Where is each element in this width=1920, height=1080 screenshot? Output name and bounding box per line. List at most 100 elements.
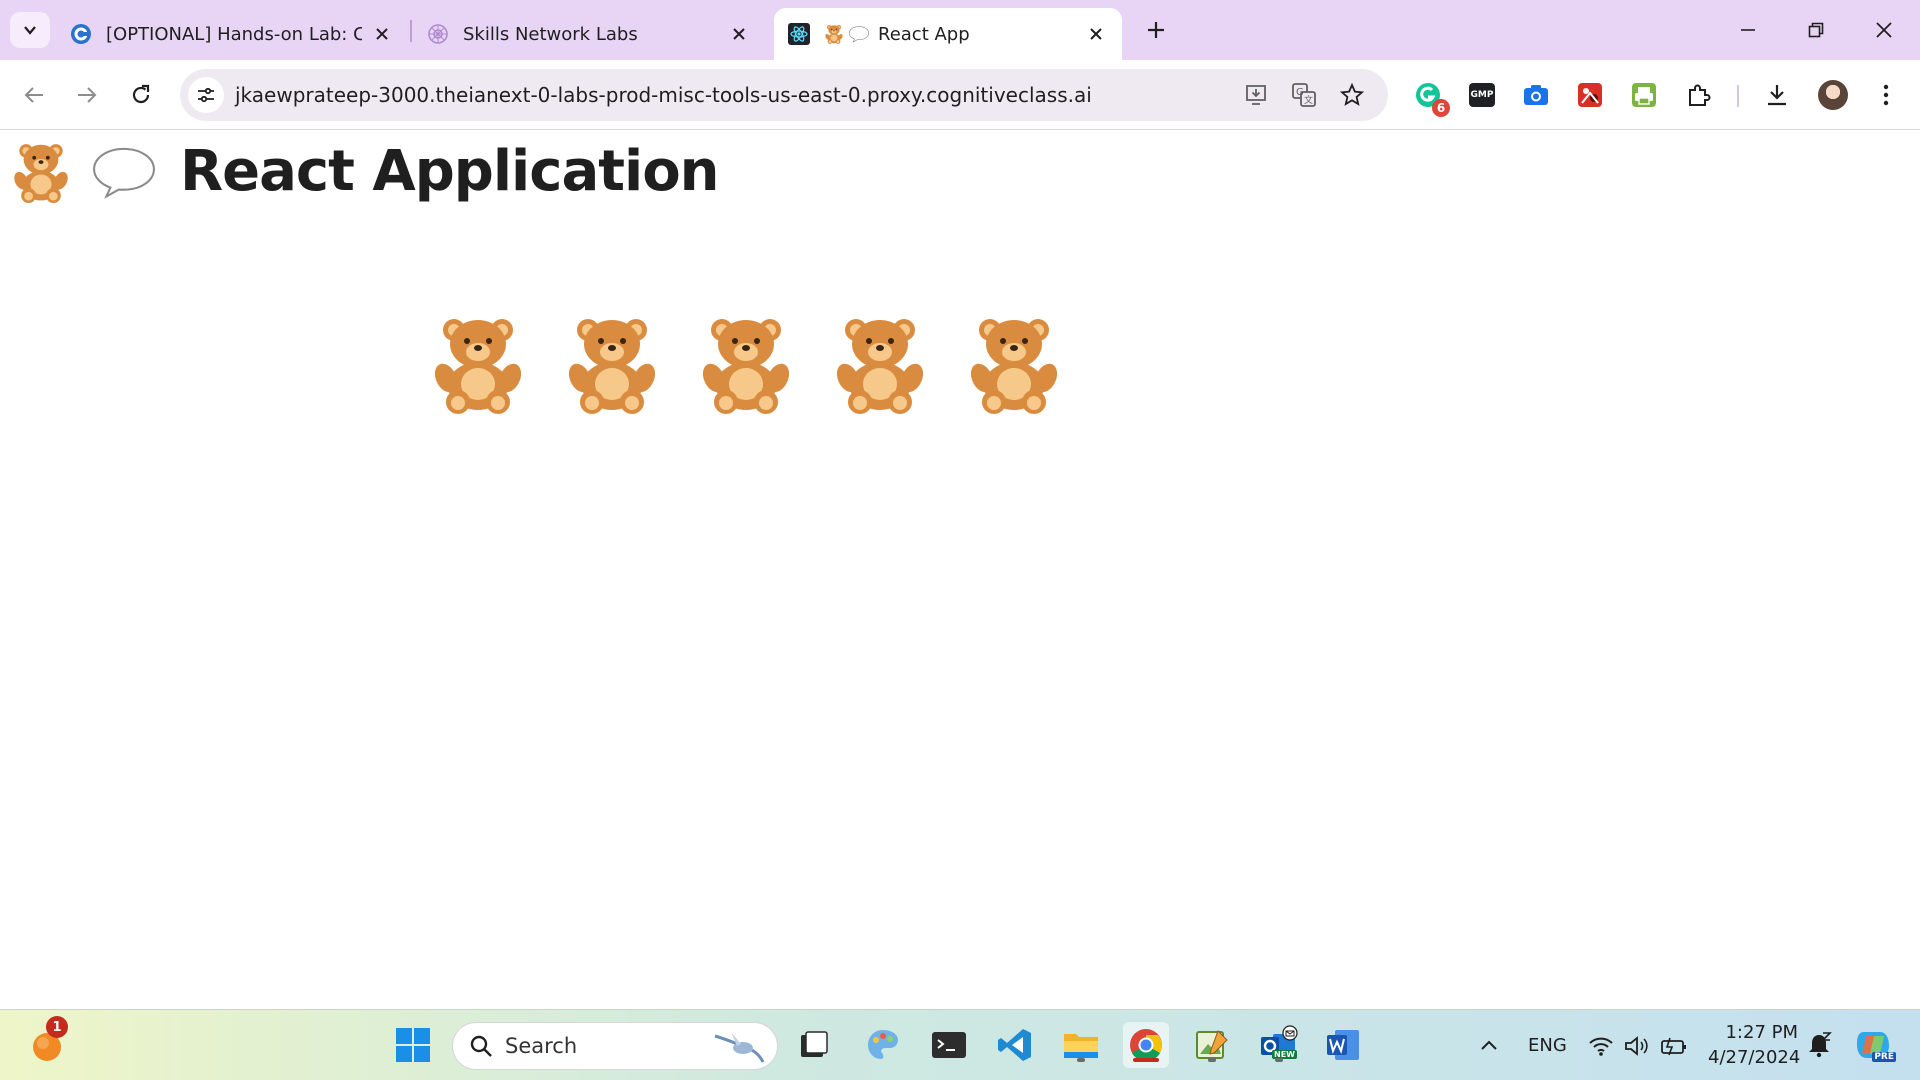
task-view-icon bbox=[801, 1031, 828, 1057]
tab-hands-on-lab[interactable]: [OPTIONAL] Hands-on Lab: Cre bbox=[56, 8, 408, 60]
tab-search-button[interactable] bbox=[10, 12, 50, 48]
extension-grammarly[interactable]: 6 bbox=[1410, 77, 1450, 117]
translate-button[interactable]: G文 bbox=[1290, 81, 1318, 109]
tab-react-app[interactable]: React App bbox=[774, 8, 1122, 60]
close-tab-icon[interactable] bbox=[370, 22, 394, 46]
address-bar[interactable]: jkaewprateep-3000.theianext-0-labs-prod-… bbox=[180, 69, 1388, 121]
running-indicator bbox=[1077, 1058, 1085, 1062]
wifi-icon bbox=[1589, 1037, 1613, 1056]
star-icon bbox=[1340, 83, 1364, 106]
clock-date: 4/27/2024 bbox=[1708, 1047, 1801, 1068]
taskbar-task-view[interactable] bbox=[791, 1022, 837, 1068]
page-title: React Application bbox=[180, 139, 720, 204]
arrow-right-icon bbox=[78, 87, 97, 103]
taskbar-paint[interactable] bbox=[860, 1022, 906, 1068]
vscode-icon bbox=[998, 1029, 1031, 1061]
language-label: ENG bbox=[1528, 1035, 1567, 1056]
battery-icon bbox=[1661, 1037, 1686, 1055]
windows-icon bbox=[396, 1028, 430, 1062]
search-icon bbox=[470, 1035, 492, 1057]
windows-taskbar: 1 Search NEW ENG 1:27 PM 4/27/2024 PRE bbox=[0, 1009, 1920, 1080]
toolbar-separator bbox=[1737, 85, 1739, 107]
extension-print[interactable] bbox=[1626, 77, 1662, 113]
restore-button[interactable] bbox=[1794, 8, 1838, 52]
install-app-button[interactable] bbox=[1242, 81, 1270, 109]
copilot-button[interactable]: PRE bbox=[1850, 1022, 1896, 1068]
start-button[interactable] bbox=[390, 1022, 436, 1068]
translate-icon: G文 bbox=[1292, 83, 1316, 107]
tab-title: [OPTIONAL] Hands-on Lab: Cre bbox=[106, 23, 362, 45]
chevron-up-icon bbox=[1481, 1040, 1497, 1050]
taskbar-file-explorer[interactable] bbox=[1058, 1022, 1104, 1068]
tab-separator bbox=[410, 20, 412, 42]
restore-icon bbox=[1808, 22, 1824, 38]
taskbar-outlook[interactable]: NEW bbox=[1256, 1022, 1302, 1068]
tune-icon bbox=[198, 87, 214, 103]
arrow-left-icon bbox=[24, 87, 43, 103]
extensions-menu-button[interactable] bbox=[1681, 77, 1717, 113]
pre-badge: PRE bbox=[1872, 1052, 1896, 1062]
new-tab-button[interactable] bbox=[1138, 12, 1174, 48]
plus-icon bbox=[1148, 22, 1164, 38]
extension-screenshot[interactable] bbox=[1518, 77, 1554, 113]
show-hidden-icons-button[interactable] bbox=[1466, 1022, 1512, 1068]
skills-network-icon bbox=[428, 24, 448, 44]
quick-settings[interactable] bbox=[1588, 1010, 1688, 1080]
taskbar-word[interactable] bbox=[1320, 1022, 1366, 1068]
taskbar-search[interactable]: Search bbox=[452, 1022, 778, 1070]
bookmark-button[interactable] bbox=[1338, 81, 1366, 109]
taskbar-chrome[interactable] bbox=[1123, 1022, 1169, 1068]
taskbar-photo-editor[interactable] bbox=[1189, 1022, 1235, 1068]
notification-badge: 1 bbox=[46, 1016, 68, 1038]
extension-badge: 6 bbox=[1432, 99, 1450, 117]
teddy-bear-icon bbox=[964, 314, 1064, 414]
downloads-button[interactable] bbox=[1759, 77, 1795, 113]
close-tab-icon[interactable] bbox=[727, 22, 751, 46]
back-button[interactable] bbox=[14, 75, 54, 115]
camera-icon bbox=[1524, 85, 1548, 105]
language-indicator[interactable]: ENG bbox=[1528, 1010, 1567, 1080]
more-vertical-icon bbox=[1883, 84, 1889, 106]
puzzle-icon bbox=[1689, 84, 1711, 106]
react-icon bbox=[788, 23, 810, 45]
bell-snooze-icon bbox=[1809, 1032, 1832, 1058]
taskbar-vscode[interactable] bbox=[992, 1022, 1038, 1068]
url-text[interactable]: jkaewprateep-3000.theianext-0-labs-prod-… bbox=[235, 83, 1092, 107]
reload-icon bbox=[132, 84, 150, 104]
site-info-button[interactable] bbox=[188, 77, 224, 113]
notification-center-button[interactable] bbox=[1796, 1022, 1842, 1068]
teddy-bear-icon bbox=[696, 314, 796, 414]
word-icon bbox=[1327, 1030, 1359, 1060]
puzzle-red-icon bbox=[1578, 83, 1602, 107]
printer-icon bbox=[1632, 83, 1656, 107]
browser-toolbar: jkaewprateep-3000.theianext-0-labs-prod-… bbox=[0, 60, 1920, 130]
minimize-button[interactable] bbox=[1726, 8, 1770, 52]
close-tab-icon[interactable] bbox=[1084, 22, 1108, 46]
speech-bubble-icon bbox=[90, 144, 158, 200]
gmp-label: GMP bbox=[1470, 90, 1494, 100]
chevron-down-icon bbox=[24, 26, 36, 35]
taskbar-terminal[interactable] bbox=[926, 1022, 972, 1068]
install-icon bbox=[1246, 85, 1266, 105]
profile-button[interactable] bbox=[1815, 77, 1851, 113]
teddy-bear-icon bbox=[562, 314, 662, 414]
taskbar-clock[interactable]: 1:27 PM 4/27/2024 bbox=[1708, 1020, 1801, 1070]
close-window-button[interactable] bbox=[1862, 8, 1906, 52]
extension-red-tool[interactable] bbox=[1572, 77, 1608, 113]
tab-skills-network[interactable]: Skills Network Labs bbox=[413, 8, 765, 60]
chrome-menu-button[interactable] bbox=[1868, 77, 1904, 113]
tab-title: Skills Network Labs bbox=[463, 23, 638, 45]
extension-gmp[interactable]: GMP bbox=[1464, 77, 1500, 113]
close-icon bbox=[1876, 22, 1892, 38]
running-indicator bbox=[1208, 1058, 1216, 1062]
active-indicator bbox=[1133, 1058, 1159, 1062]
palette-icon bbox=[868, 1030, 898, 1059]
reload-button[interactable] bbox=[121, 75, 161, 115]
clock-time: 1:27 PM bbox=[1725, 1022, 1798, 1043]
teddy-bear-icon bbox=[824, 24, 844, 44]
svg-text:文: 文 bbox=[1304, 94, 1313, 106]
taskbar-weather-widget[interactable]: 1 bbox=[24, 1016, 70, 1068]
teddy-bear-icon bbox=[10, 141, 72, 203]
folder-icon bbox=[1064, 1034, 1098, 1058]
forward-button[interactable] bbox=[67, 75, 107, 115]
